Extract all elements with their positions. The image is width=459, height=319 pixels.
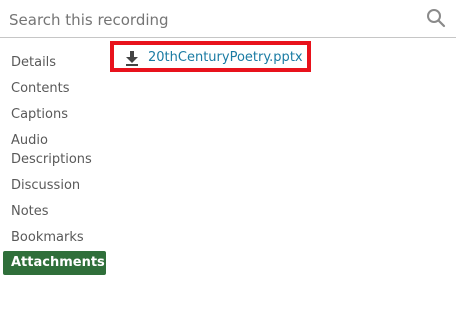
search-input[interactable] <box>9 9 414 31</box>
sidebar-item-bookmarks[interactable]: Bookmarks <box>0 228 84 247</box>
sidebar-item-notes[interactable]: Notes <box>0 202 49 221</box>
attachment-item[interactable]: 20thCenturyPoetry.pptx <box>110 41 311 72</box>
sidebar-item-discussion[interactable]: Discussion <box>0 176 80 195</box>
search-icon[interactable] <box>426 8 446 28</box>
sidebar-item-audio-descriptions[interactable]: Audio Descriptions <box>0 131 106 169</box>
sidebar-item-attachments[interactable]: Attachments <box>3 251 106 275</box>
attachment-link[interactable]: 20thCenturyPoetry.pptx <box>148 49 303 66</box>
search-bar <box>0 0 456 38</box>
download-icon <box>126 51 138 66</box>
sidebar-item-contents[interactable]: Contents <box>0 79 69 98</box>
sidebar-item-captions[interactable]: Captions <box>0 105 68 124</box>
sidebar-item-details[interactable]: Details <box>0 53 56 72</box>
